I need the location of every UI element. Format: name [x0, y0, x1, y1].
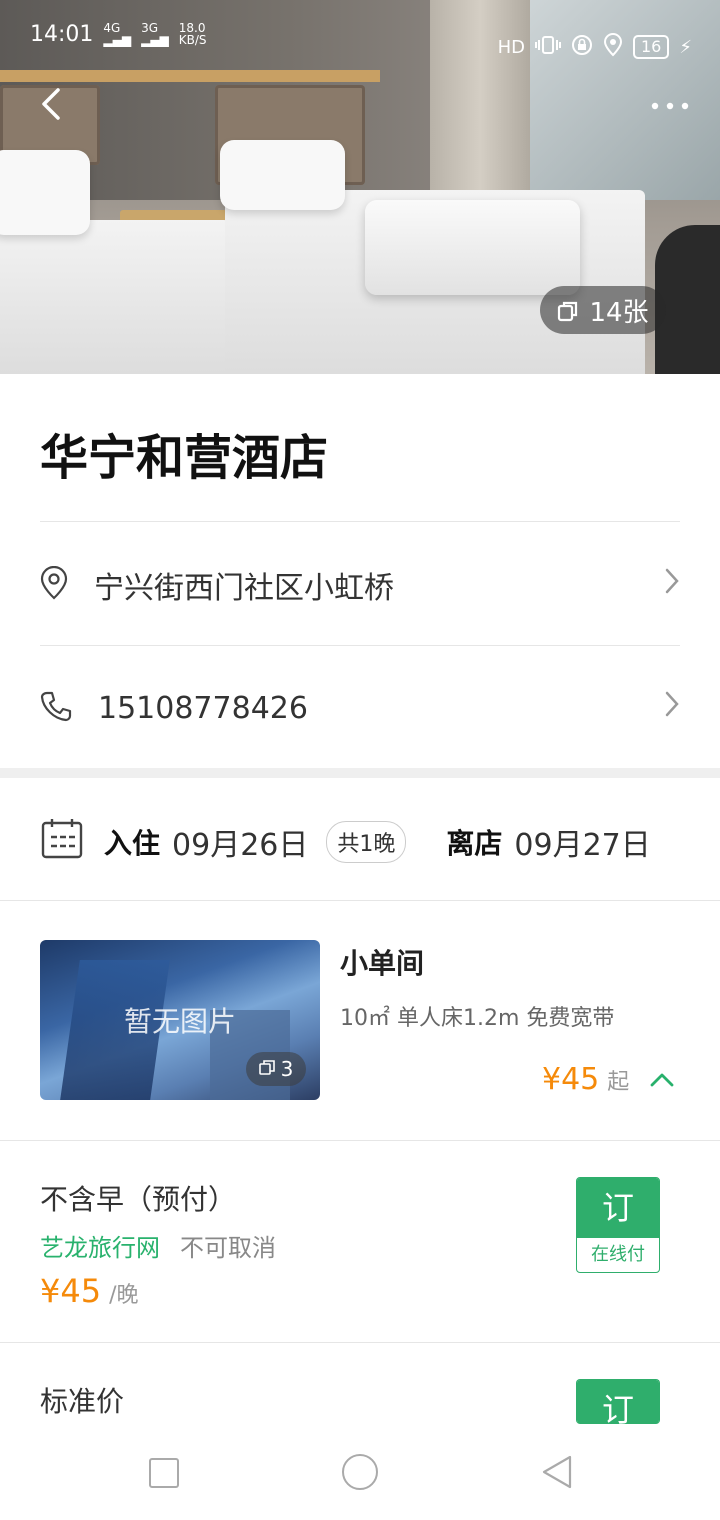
hotel-address: 宁兴街西门社区小虹桥 — [94, 571, 394, 606]
section-separator — [0, 768, 720, 778]
divider — [0, 1140, 720, 1141]
back-nav-icon[interactable] — [540, 1454, 576, 1490]
book-button[interactable]: 订 — [576, 1379, 660, 1424]
divider — [40, 521, 680, 522]
room-image-count: 3 — [246, 1052, 306, 1086]
photo-pillow-left — [0, 150, 90, 235]
book-button-sub: 在线付 — [591, 1244, 645, 1265]
rate-plan-price-unit: /晚 — [109, 1283, 139, 1308]
location-pin-icon — [40, 565, 68, 604]
system-nav-bar — [0, 1424, 720, 1520]
location-icon — [603, 32, 623, 62]
chevron-up-icon[interactable] — [649, 1065, 675, 1095]
hotel-name: 华宁和营酒店 — [40, 430, 329, 486]
signal-3g-icon: 3G ▂▄▆ — [141, 21, 169, 47]
rate-plan-name: 标准价 — [40, 1385, 125, 1418]
phone-icon — [40, 690, 72, 726]
chevron-right-icon — [664, 690, 680, 726]
chevron-right-icon — [664, 567, 680, 603]
checkout-label: 离店 — [446, 827, 503, 860]
gallery-icon — [557, 299, 579, 322]
room-price-value: ¥45 — [542, 1062, 600, 1097]
home-icon[interactable] — [342, 1454, 378, 1490]
signal-4g-icon: 4G ▂▄▆ — [103, 21, 132, 47]
divider — [0, 1342, 720, 1343]
divider — [0, 900, 720, 901]
rate-plan-provider: 艺龙旅行网 — [40, 1234, 160, 1262]
gallery-icon — [258, 1057, 275, 1081]
divider — [40, 645, 680, 646]
hotel-phone: 15108778426 — [98, 690, 308, 726]
status-bar: 14:01 4G ▂▄▆ 3G ▂▄▆ 18.0 KB/S HD 16 ⚡ — [0, 0, 720, 72]
vibrate-icon — [535, 34, 561, 61]
checkout-date: 09月27日 — [514, 828, 651, 863]
lock-rotation-icon — [571, 34, 593, 61]
hd-icon: HD — [497, 36, 525, 58]
stay-dates[interactable]: 入住 09月26日 共1晚 离店 09月27日 — [40, 816, 680, 868]
calendar-icon — [40, 816, 84, 868]
checkin-label: 入住 — [104, 827, 161, 860]
book-button[interactable]: 订 在线付 — [576, 1177, 660, 1273]
photo-count-label: 14张 — [589, 297, 649, 328]
photo-quilt — [365, 200, 580, 295]
recent-apps-icon[interactable] — [149, 1458, 179, 1488]
room-description: 10㎡ 单人床1.2m 免费宽带 — [340, 1006, 615, 1031]
room-price[interactable]: ¥45 起 — [542, 1062, 675, 1097]
phone-row[interactable]: 15108778426 — [40, 678, 680, 738]
photo-chair — [655, 225, 720, 374]
photo-pillow-right — [220, 140, 345, 210]
book-button-label: 订 — [577, 1178, 659, 1238]
photo-count-badge[interactable]: 14张 — [540, 286, 666, 334]
no-image-text: 暂无图片 — [123, 1005, 236, 1038]
address-row[interactable]: 宁兴街西门社区小虹桥 — [40, 555, 680, 615]
battery-icon: 16 — [633, 35, 670, 59]
status-time: 14:01 — [30, 22, 94, 47]
room-price-suffix: 起 — [607, 1069, 630, 1095]
nights-badge: 共1晚 — [326, 821, 407, 863]
room-image[interactable]: 暂无图片 3 — [40, 940, 320, 1100]
charging-icon: ⚡ — [679, 36, 692, 58]
book-button-label: 订 — [577, 1380, 659, 1424]
rate-plan-price-value: ¥45 — [40, 1272, 102, 1310]
rate-plan-cancel-policy: 不可取消 — [180, 1234, 276, 1262]
rate-plan-price: ¥45 /晚 — [40, 1272, 139, 1310]
room-name: 小单间 — [340, 947, 425, 980]
network-speed: 18.0 KB/S — [178, 21, 207, 47]
more-options-icon[interactable] — [650, 90, 690, 114]
checkin-date: 09月26日 — [172, 828, 309, 863]
rate-plan-name: 不含早（预付） — [40, 1183, 237, 1216]
back-icon[interactable] — [34, 84, 74, 124]
photo-bed-left — [0, 220, 230, 374]
